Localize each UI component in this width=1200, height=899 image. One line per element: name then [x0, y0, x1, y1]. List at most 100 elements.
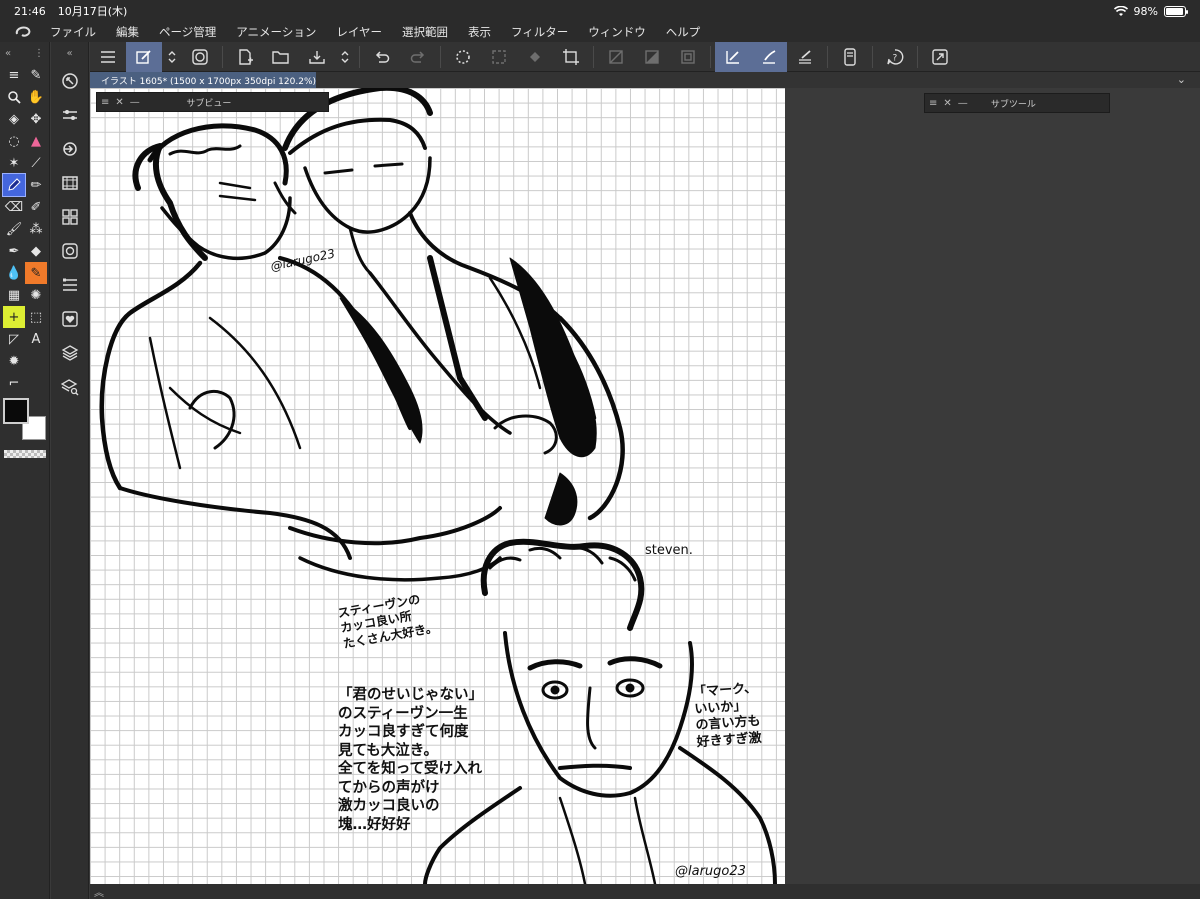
close-icon[interactable]: ✕: [943, 98, 951, 109]
move-tool-icon[interactable]: ✥: [25, 108, 47, 130]
snap-grid-icon[interactable]: [787, 42, 823, 72]
canvas-workarea[interactable]: @larugo23 @larugo23 steven. スティーヴンの カッコ良…: [90, 88, 1200, 884]
palette-menu-icon[interactable]: ≡: [101, 97, 109, 108]
undo-icon[interactable]: [364, 42, 400, 72]
menu-animation[interactable]: アニメーション: [236, 24, 316, 40]
palette-menu-icon[interactable]: ≡: [929, 98, 937, 109]
spray-tool-icon[interactable]: ⁂: [25, 218, 47, 240]
separator: [827, 45, 828, 68]
pen-tool-icon[interactable]: [2, 173, 26, 197]
open-folder-icon[interactable]: [263, 42, 299, 72]
svg-text:?: ?: [893, 53, 898, 63]
close-icon[interactable]: ✕: [115, 97, 123, 108]
menu-file[interactable]: ファイル: [50, 24, 96, 40]
redo-icon[interactable]: [400, 42, 436, 72]
menu-edit[interactable]: 編集: [116, 24, 139, 40]
blend-tool-icon[interactable]: 💧: [3, 262, 25, 284]
decoration-tool-icon[interactable]: ✎: [25, 262, 47, 284]
tool-property-icon[interactable]: [51, 98, 89, 132]
tab-list-chevron-icon[interactable]: ⌄: [1177, 73, 1186, 86]
material-icon[interactable]: [51, 200, 89, 234]
subview-palette[interactable]: ≡ ✕ — サブビュー: [96, 92, 329, 112]
navigator-icon[interactable]: [51, 64, 89, 98]
pencil-tool-icon[interactable]: ✏: [25, 174, 47, 196]
fill-bucket-pink-icon[interactable]: ▲: [25, 130, 47, 152]
frame-tool-icon[interactable]: ⬚: [25, 306, 47, 328]
lasso-tool-icon[interactable]: ◌: [3, 130, 25, 152]
invert-selection-icon[interactable]: [634, 42, 670, 72]
crop-icon[interactable]: [553, 42, 589, 72]
favorites-icon[interactable]: [51, 302, 89, 336]
menu-filter[interactable]: フィルター: [511, 24, 568, 40]
minimize-icon[interactable]: —: [130, 97, 140, 108]
mode-switch-chevron-icon[interactable]: [162, 42, 182, 72]
minimize-icon[interactable]: —: [958, 98, 968, 109]
text-tool-icon[interactable]: A: [25, 328, 47, 350]
menu-lines-icon[interactable]: ≡: [3, 64, 25, 86]
collapse-left-icon[interactable]: «: [66, 48, 72, 59]
zoom-tool-icon[interactable]: [3, 86, 25, 108]
line-tool-icon[interactable]: ◸: [3, 328, 25, 350]
hand-tool-icon[interactable]: ✋: [25, 86, 47, 108]
animation-timeline-icon[interactable]: [51, 166, 89, 200]
save-chevron-icon[interactable]: [335, 42, 355, 72]
fill-tool-icon[interactable]: ◆: [25, 240, 47, 262]
command-bar: ?: [90, 41, 1200, 72]
eyedropper-icon[interactable]: ⟋: [25, 152, 47, 174]
menu-window[interactable]: ウィンドウ: [588, 24, 646, 40]
layer-list-icon[interactable]: [51, 268, 89, 302]
separator: [710, 45, 711, 68]
brush-tip-icon[interactable]: ✎: [25, 64, 47, 86]
new-file-icon[interactable]: [227, 42, 263, 72]
subtool-palette[interactable]: ≡ ✕ — サブツール: [924, 93, 1110, 113]
object-tool-icon[interactable]: ◈: [3, 108, 25, 130]
layer-search-icon[interactable]: [51, 370, 89, 404]
tool-palette-header: « ⋮: [0, 42, 49, 64]
magic-wand-icon[interactable]: ✶: [3, 152, 25, 174]
fullscreen-icon[interactable]: [922, 42, 958, 72]
selection-border-icon[interactable]: [670, 42, 706, 72]
layers-icon[interactable]: [51, 336, 89, 370]
menu-help[interactable]: ヘルプ: [666, 24, 701, 40]
menu-view[interactable]: 表示: [468, 24, 491, 40]
layer-property-icon[interactable]: [51, 132, 89, 166]
hamburger-menu-icon[interactable]: [90, 42, 126, 72]
gradient-tool-icon[interactable]: ▦: [3, 284, 25, 306]
smartphone-icon[interactable]: [832, 42, 868, 72]
battery-icon: [1164, 5, 1188, 17]
palette-bar-header: «: [51, 42, 88, 64]
transform-icon[interactable]: [481, 42, 517, 72]
color-wheel-icon[interactable]: [51, 234, 89, 268]
menu-page[interactable]: ページ管理: [159, 24, 216, 40]
expand-up-icon[interactable]: ︽: [94, 888, 104, 899]
transparent-color-swatch[interactable]: [4, 450, 46, 458]
marker-tool-icon[interactable]: ✐: [25, 196, 47, 218]
battery-percent: 98%: [1133, 4, 1158, 18]
eraser-tool-icon[interactable]: ⌫: [3, 196, 25, 218]
balloon-tool-icon[interactable]: ✹: [3, 350, 25, 372]
deselect-icon[interactable]: [598, 42, 634, 72]
correction-tool-icon[interactable]: ⌐: [3, 372, 25, 394]
loading-spinner-icon[interactable]: [445, 42, 481, 72]
collapse-left-icon[interactable]: «: [5, 48, 11, 59]
snap-special-ruler-icon[interactable]: [751, 41, 787, 72]
grip-icon[interactable]: ⋮: [34, 48, 44, 59]
clip-studio-icon[interactable]: [182, 42, 218, 72]
ruler-tool-icon[interactable]: +: [3, 306, 25, 328]
clip-studio-window: 21:46 10月17日(木) 98% ファイル 編集 ページ管理 アニメーショ…: [0, 0, 1200, 899]
save-icon[interactable]: [299, 42, 335, 72]
brush-tool-icon[interactable]: 🖌: [3, 218, 25, 240]
edit-mode-icon[interactable]: [126, 41, 162, 72]
menu-layer[interactable]: レイヤー: [336, 24, 382, 40]
fill-selection-icon[interactable]: [517, 42, 553, 72]
foreground-color-swatch[interactable]: [3, 398, 29, 424]
app-logo-icon[interactable]: [14, 25, 32, 39]
figure-tool-icon[interactable]: ✺: [25, 284, 47, 306]
snap-ruler-icon[interactable]: [715, 41, 751, 72]
canvas[interactable]: @larugo23 @larugo23 steven. スティーヴンの カッコ良…: [90, 88, 785, 884]
document-tab[interactable]: イラスト 1605* (1500 x 1700px 350dpi 120.2%): [90, 72, 316, 88]
menu-selection[interactable]: 選択範囲: [402, 24, 448, 40]
help-icon[interactable]: ?: [877, 42, 913, 72]
ink-pen-icon[interactable]: ✒: [3, 240, 25, 262]
document-tab-title: イラスト 1605* (1500 x 1700px 350dpi 120.2%): [101, 76, 317, 87]
